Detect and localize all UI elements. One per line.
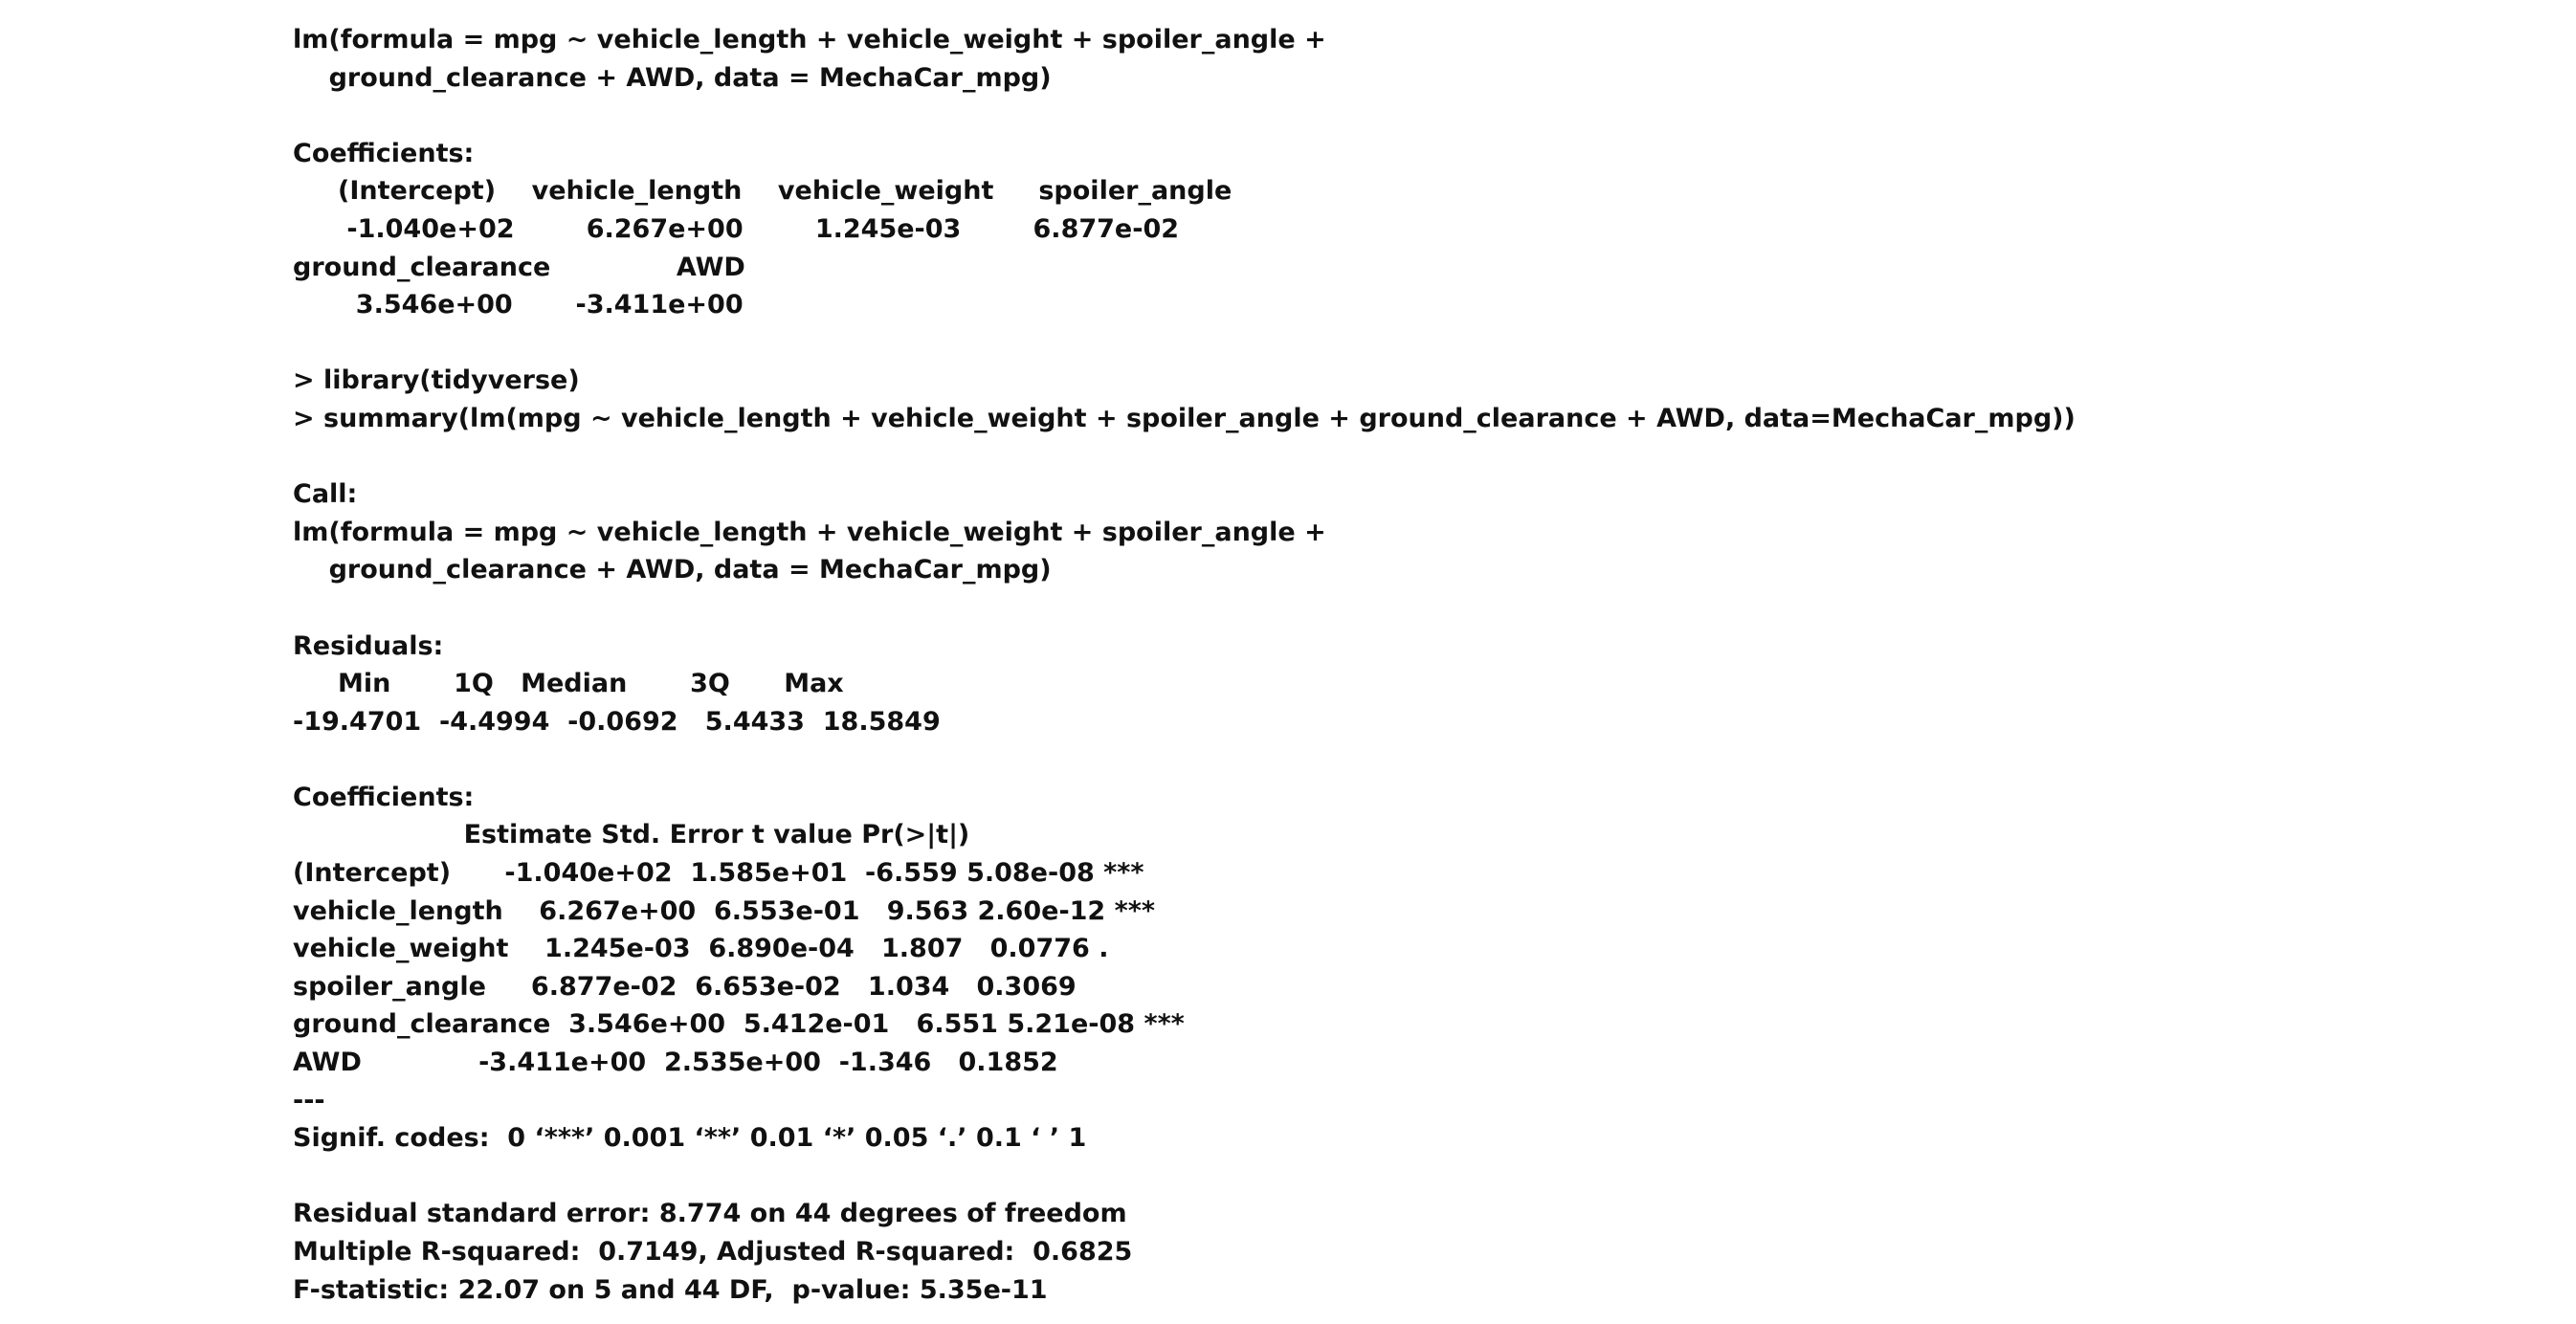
coef-row-intercept: (Intercept) -1.040e+02 1.585e+01 -6.559 … — [293, 858, 1144, 889]
coef-row-spoiler-angle: spoiler_angle 6.877e-02 6.653e-02 1.034 … — [293, 971, 1077, 1002]
summary-formula-line-1: lm(formula = mpg ~ vehicle_length + vehi… — [293, 517, 1326, 547]
r-squared: Multiple R-squared: 0.7149, Adjusted R-s… — [293, 1237, 1133, 1267]
coef-row-awd: AWD -3.411e+00 2.535e+00 -1.346 0.1852 — [293, 1048, 1058, 1078]
call-formula-line-1: lm(formula = mpg ~ vehicle_length + vehi… — [293, 25, 1326, 55]
coefficients-values-row-1: -1.040e+02 6.267e+00 1.245e-03 6.877e-02 — [293, 213, 1180, 244]
coefficients-values-row-2: 3.546e+00 -3.411e+00 — [293, 290, 744, 320]
coefficients-heading: Coefficients: — [293, 138, 475, 168]
residual-standard-error: Residual standard error: 8.774 on 44 deg… — [293, 1199, 1127, 1229]
residuals-header-row: Min 1Q Median 3Q Max — [293, 669, 844, 699]
residuals-heading: Residuals: — [293, 630, 444, 661]
signif-codes: Signif. codes: 0 ‘***’ 0.001 ‘**’ 0.01 ‘… — [293, 1123, 1087, 1154]
coefficients-names-row-2: ground_clearance AWD — [293, 252, 745, 282]
summary-coefficients-heading: Coefficients: — [293, 782, 475, 812]
f-statistic: F-statistic: 22.07 on 5 and 44 DF, p-val… — [293, 1274, 1048, 1305]
call-formula-line-2: ground_clearance + AWD, data = MechaCar_… — [293, 62, 1052, 93]
command-summary: > summary(lm(mpg ~ vehicle_length + vehi… — [293, 403, 2076, 433]
coef-row-ground-clearance: ground_clearance 3.546e+00 5.412e-01 6.5… — [293, 1009, 1185, 1040]
coefficients-names-row-1: (Intercept) vehicle_length vehicle_weigh… — [293, 176, 1232, 207]
coef-row-vehicle-weight: vehicle_weight 1.245e-03 6.890e-04 1.807… — [293, 934, 1109, 964]
separator-dashes: --- — [293, 1085, 325, 1115]
coef-table-header: Estimate Std. Error t value Pr(>|t|) — [293, 820, 970, 850]
r-console-output: lm(formula = mpg ~ vehicle_length + vehi… — [293, 21, 2494, 1309]
summary-formula-line-2: ground_clearance + AWD, data = MechaCar_… — [293, 555, 1052, 585]
coef-row-vehicle-length: vehicle_length 6.267e+00 6.553e-01 9.563… — [293, 895, 1155, 926]
call-heading: Call: — [293, 479, 358, 510]
command-library: > library(tidyverse) — [293, 365, 580, 396]
residuals-values-row: -19.4701 -4.4994 -0.0692 5.4433 18.5849 — [293, 706, 941, 737]
